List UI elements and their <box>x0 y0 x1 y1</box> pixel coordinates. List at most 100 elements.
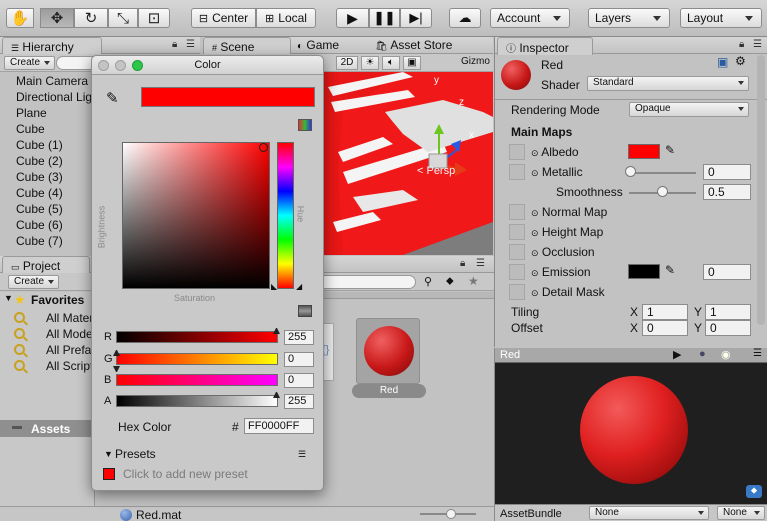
emission-color-swatch[interactable] <box>628 264 660 279</box>
object-picker-icon[interactable]: ⊙ <box>531 248 539 258</box>
hierarchy-item[interactable]: Cube (5) <box>16 202 63 216</box>
hierarchy-create-dropdown[interactable]: Create <box>4 56 56 70</box>
object-picker-icon[interactable]: ⊙ <box>531 208 539 218</box>
gear-icon[interactable]: ⚙ <box>735 54 746 68</box>
assetbundle-dropdown[interactable]: None <box>589 506 709 520</box>
object-picker-icon[interactable]: ⊙ <box>531 228 539 238</box>
hand-tool-button[interactable]: ✋ <box>6 8 34 28</box>
red-material-thumbnail[interactable] <box>356 318 420 384</box>
cloud-button[interactable]: ☁ <box>449 8 481 28</box>
object-picker-icon[interactable]: ⊙ <box>531 268 539 278</box>
green-channel-input[interactable]: 0 <box>284 352 314 367</box>
pivot-center-toggle[interactable]: ⊟ Center <box>191 8 256 28</box>
red-slider-handle[interactable] <box>273 326 280 334</box>
lighting-toggle[interactable]: ☀ <box>361 56 379 70</box>
object-picker-icon[interactable]: ⊙ <box>531 168 539 178</box>
blue-channel-input[interactable]: 0 <box>284 373 314 388</box>
detail-mask-slot[interactable] <box>509 284 525 300</box>
hierarchy-item[interactable]: Cube <box>16 122 45 136</box>
color-field-cursor[interactable] <box>259 143 268 152</box>
eyedropper-icon[interactable]: ✎ <box>665 263 675 277</box>
hue-handle-right-icon[interactable]: ◢ <box>296 282 302 291</box>
height-map-slot[interactable] <box>509 224 525 240</box>
rect-tool-button[interactable]: ⊡ <box>138 8 170 28</box>
minimize-window-button[interactable] <box>115 60 126 71</box>
hierarchy-item[interactable]: Cube (2) <box>16 154 63 168</box>
preset-color-swatch[interactable] <box>103 468 115 480</box>
lock-icon[interactable]: 🔒︎ <box>460 258 465 269</box>
hierarchy-item[interactable]: Cube (1) <box>16 138 63 152</box>
red-channel-input[interactable]: 255 <box>284 330 314 345</box>
add-preset-label[interactable]: Click to add new preset <box>123 467 248 481</box>
account-dropdown[interactable]: Account <box>490 8 570 28</box>
space-local-toggle[interactable]: ⊞ Local <box>256 8 316 28</box>
lock-icon[interactable]: 🔒︎ <box>172 39 177 50</box>
offset-y-input[interactable]: 0 <box>705 320 751 336</box>
presets-label[interactable]: Presets <box>115 447 156 461</box>
assets-folder-row[interactable]: ▬ Assets <box>0 420 95 437</box>
metallic-slider-knob[interactable] <box>625 166 636 177</box>
tag-icon[interactable]: ⬥ <box>446 275 454 288</box>
panel-menu-icon[interactable]: ☰ <box>753 39 762 50</box>
effects-toggle[interactable]: ▣ <box>403 56 421 70</box>
move-tool-button[interactable]: ✥ <box>40 8 74 28</box>
tag-icon[interactable]: ⬥ <box>746 485 762 498</box>
lock-icon[interactable]: 🔒︎ <box>739 39 744 50</box>
layers-dropdown[interactable]: Layers <box>588 8 670 28</box>
alpha-channel-input[interactable]: 255 <box>284 394 314 409</box>
color-window-titlebar[interactable]: Color <box>92 56 323 75</box>
favorites-label[interactable]: Favorites <box>31 293 84 307</box>
tab-game[interactable]: ◐ Game <box>297 38 339 52</box>
tiling-y-input[interactable]: 1 <box>705 304 751 320</box>
thumbnail-slider-knob[interactable] <box>446 509 456 519</box>
blue-channel-slider[interactable] <box>116 374 278 386</box>
shader-dropdown[interactable]: Standard <box>587 76 749 91</box>
hex-color-input[interactable]: FF0000FF <box>244 418 314 434</box>
hue-handle-left-icon[interactable]: ◣ <box>271 282 277 291</box>
metallic-texture-slot[interactable] <box>509 164 525 180</box>
green-channel-slider[interactable] <box>116 353 278 365</box>
layout-dropdown[interactable]: Layout <box>680 8 762 28</box>
inspector-scrollbar[interactable] <box>757 55 765 325</box>
panel-menu-icon[interactable]: ☰ <box>476 258 485 269</box>
panel-menu-icon[interactable]: ☰ <box>753 348 762 359</box>
search-by-type-icon[interactable]: ⚲ <box>424 275 432 288</box>
albedo-color-swatch[interactable] <box>628 144 660 159</box>
rotate-tool-button[interactable]: ↻ <box>74 8 108 28</box>
zoom-window-button[interactable] <box>132 60 143 71</box>
normal-map-slot[interactable] <box>509 204 525 220</box>
alpha-slider-handle[interactable] <box>273 390 280 398</box>
2d-toggle[interactable]: 2D <box>336 56 358 70</box>
slider-mode-toggle-icon[interactable] <box>298 305 312 317</box>
tiling-x-input[interactable]: 1 <box>642 304 688 320</box>
tab-hierarchy[interactable]: ☰ Hierarchy <box>2 37 102 55</box>
project-create-dropdown[interactable]: Create <box>8 275 60 289</box>
color-mode-toggle-icon[interactable] <box>298 119 312 131</box>
blue-slider-handle[interactable] <box>113 366 120 374</box>
pause-button[interactable]: ❚❚ <box>369 8 400 28</box>
hierarchy-item[interactable]: Cube (4) <box>16 186 63 200</box>
light-toggle-icon[interactable]: ◉ <box>721 348 731 361</box>
eyedropper-icon[interactable]: ✎ <box>665 143 675 157</box>
emission-input[interactable]: 0 <box>703 264 751 280</box>
hierarchy-item[interactable]: Main Camera <box>16 74 88 88</box>
object-picker-icon[interactable]: ⊙ <box>531 148 539 158</box>
tab-inspector[interactable]: ⓘ Inspector <box>497 37 593 55</box>
hierarchy-item[interactable]: Directional Light <box>16 90 102 104</box>
star-icon[interactable]: ★ <box>468 274 479 288</box>
offset-x-input[interactable]: 0 <box>642 320 688 336</box>
hue-slider[interactable] <box>277 142 294 289</box>
presets-expand-icon[interactable]: ▼ <box>104 449 113 459</box>
alpha-channel-slider[interactable] <box>116 395 278 407</box>
gizmos-dropdown[interactable]: Gizmo <box>461 56 493 70</box>
object-picker-icon[interactable]: ⊙ <box>531 288 539 298</box>
smoothness-slider-knob[interactable] <box>657 186 668 197</box>
emission-slot[interactable] <box>509 264 525 280</box>
hierarchy-item[interactable]: Plane <box>16 106 47 120</box>
panel-menu-icon[interactable]: ☰ <box>186 39 195 50</box>
tab-asset-store[interactable]: 🛍︎ Asset Store <box>375 38 452 52</box>
hierarchy-item[interactable]: Cube (3) <box>16 170 63 184</box>
asset-name-badge[interactable]: Red <box>352 384 426 398</box>
metallic-input[interactable]: 0 <box>703 164 751 180</box>
presets-menu-icon[interactable]: ☰ <box>298 449 306 460</box>
